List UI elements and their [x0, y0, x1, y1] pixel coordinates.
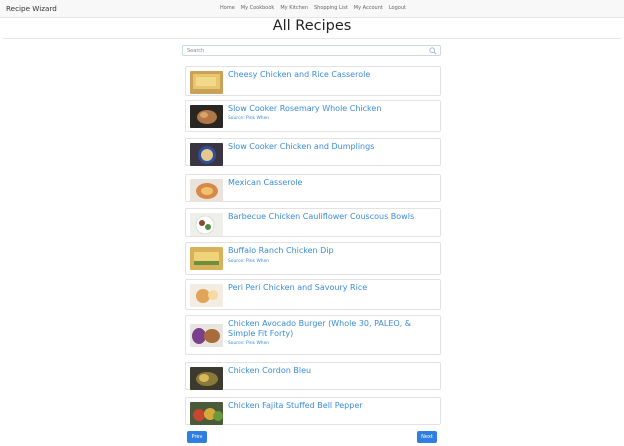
nav-links: Home My Cookbook My Kitchen Shopping Lis…	[220, 5, 406, 11]
recipe-title-link[interactable]: Chicken Cordon Bleu	[228, 366, 438, 376]
recipe-title-link[interactable]: Barbecue Chicken Cauliflower Couscous Bo…	[228, 212, 438, 222]
recipe-thumbnail[interactable]	[190, 324, 223, 347]
recipe-card[interactable]: Slow Cooker Rosemary Whole Chicken Sourc…	[185, 100, 441, 132]
recipe-card[interactable]: Cheesy Chicken and Rice Casserole	[185, 66, 441, 96]
next-button[interactable]: Next	[417, 431, 437, 443]
recipe-thumbnail[interactable]	[190, 284, 223, 307]
recipe-title-link[interactable]: Chicken Avocado Burger (Whole 30, PALEO,…	[228, 319, 438, 339]
recipe-thumbnail[interactable]	[190, 213, 223, 236]
recipe-title-link[interactable]: Cheesy Chicken and Rice Casserole	[228, 70, 438, 80]
recipe-thumbnail[interactable]	[190, 143, 223, 166]
recipe-thumbnail[interactable]	[190, 367, 223, 390]
recipe-source: Source: Pink When	[228, 341, 270, 346]
recipe-card[interactable]: Mexican Casserole	[185, 174, 441, 202]
prev-button[interactable]: Prev	[187, 431, 207, 443]
recipe-card[interactable]: Buffalo Ranch Chicken Dip Source: Pink W…	[185, 242, 441, 275]
recipe-card[interactable]: Slow Cooker Chicken and Dumplings	[185, 138, 441, 166]
recipe-card[interactable]: Barbecue Chicken Cauliflower Couscous Bo…	[185, 208, 441, 237]
page-title: All Recipes	[272, 18, 352, 34]
nav-my-cookbook-link[interactable]: My Cookbook	[241, 5, 275, 11]
recipe-title-link[interactable]: Slow Cooker Chicken and Dumplings	[228, 142, 438, 152]
recipe-title-link[interactable]: Mexican Casserole	[228, 178, 438, 188]
search-placeholder: Search	[187, 47, 205, 54]
recipe-thumbnail[interactable]	[190, 71, 223, 94]
recipe-title-link[interactable]: Peri Peri Chicken and Savoury Rice	[228, 283, 438, 293]
recipe-thumbnail[interactable]	[190, 179, 223, 202]
nav-my-account-link[interactable]: My Account	[354, 5, 383, 11]
recipe-title-link[interactable]: Slow Cooker Rosemary Whole Chicken	[228, 104, 438, 114]
nav-home-link[interactable]: Home	[220, 5, 235, 11]
recipe-card[interactable]: Chicken Fajita Stuffed Bell Pepper	[185, 397, 441, 425]
recipe-title-link[interactable]: Chicken Fajita Stuffed Bell Pepper	[228, 401, 438, 411]
recipe-thumbnail[interactable]	[190, 105, 223, 128]
recipe-card[interactable]: Chicken Cordon Bleu	[185, 362, 441, 390]
nav-logout-link[interactable]: Logout	[389, 5, 406, 11]
title-divider	[3, 38, 621, 39]
navbar: Recipe Wizard Home My Cookbook My Kitche…	[0, 0, 624, 18]
nav-shopping-list-link[interactable]: Shopping List	[314, 5, 348, 11]
recipe-source: Source: Pink When	[228, 259, 270, 264]
recipe-card[interactable]: Chicken Avocado Burger (Whole 30, PALEO,…	[185, 315, 441, 355]
search-input[interactable]: Search	[182, 45, 441, 56]
nav-my-kitchen-link[interactable]: My Kitchen	[280, 5, 308, 11]
search-icon[interactable]	[429, 47, 437, 55]
recipe-thumbnail[interactable]	[190, 247, 223, 270]
recipe-source: Source: Pink When	[228, 116, 270, 121]
recipe-title-link[interactable]: Buffalo Ranch Chicken Dip	[228, 246, 438, 256]
recipe-thumbnail[interactable]	[190, 402, 223, 425]
recipe-card[interactable]: Peri Peri Chicken and Savoury Rice	[185, 279, 441, 310]
brand-link[interactable]: Recipe Wizard	[6, 4, 57, 13]
